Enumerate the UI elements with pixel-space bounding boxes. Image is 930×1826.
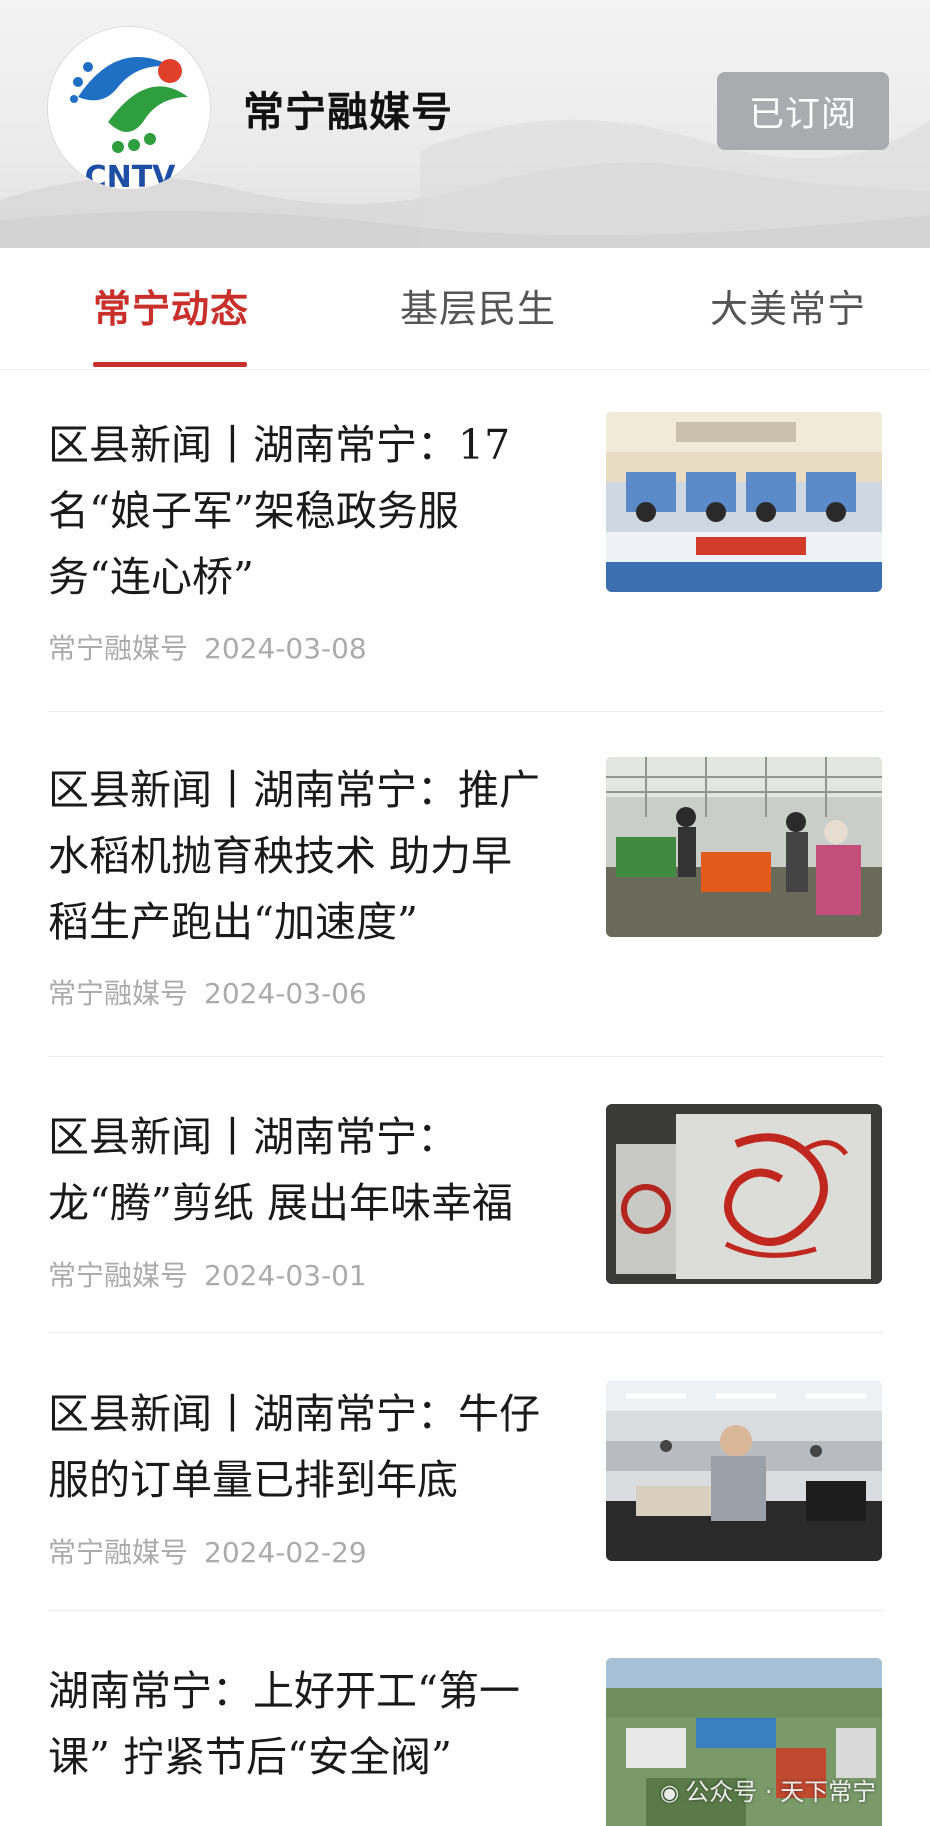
article-source: 常宁融媒号 xyxy=(48,977,189,1010)
wechat-icon: ◉ xyxy=(660,1781,680,1806)
article-item[interactable]: 区县新闻丨湖南常宁：推广水稻机抛育秧技术 助力早稻生产跑出“加速度” 常宁融媒号… xyxy=(48,757,883,1017)
channel-header: CNTV 常宁融媒号 已订阅 xyxy=(0,0,930,248)
factory-photo-icon[interactable] xyxy=(606,1381,882,1561)
article-date: 2024-03-06 xyxy=(204,977,367,1010)
article-title[interactable]: 区县新闻丨湖南常宁：17名“娘子军”架稳政务服务“连心桥” xyxy=(48,412,548,610)
article-item[interactable]: 区县新闻丨湖南常宁：龙“腾”剪纸 展出年味幸福 常宁融媒号 2024-03-01 xyxy=(48,1104,883,1304)
article-date: 2024-02-29 xyxy=(204,1536,367,1569)
article-title[interactable]: 湖南常宁：上好开工“第一课” 拧紧节后“安全阀” xyxy=(48,1658,548,1790)
channel-logo[interactable]: CNTV xyxy=(47,26,211,190)
article-source: 常宁融媒号 xyxy=(48,1536,189,1569)
tab-grassroots-livelihood[interactable]: 基层民生 xyxy=(400,278,556,333)
active-tab-indicator xyxy=(93,362,247,367)
article-meta: 常宁融媒号 2024-03-08 xyxy=(48,627,367,667)
list-divider xyxy=(48,711,883,712)
greenhouse-photo-icon[interactable] xyxy=(606,757,882,937)
article-item[interactable]: 区县新闻丨湖南常宁：牛仔服的订单量已排到年底 常宁融媒号 2024-02-29 xyxy=(48,1381,883,1581)
tab-changning-news[interactable]: 常宁动态 xyxy=(93,278,249,333)
papercut-dragon-photo-icon[interactable] xyxy=(606,1104,882,1284)
article-source: 常宁融媒号 xyxy=(48,632,189,665)
article-meta: 常宁融媒号 2024-03-06 xyxy=(48,972,367,1012)
article-title[interactable]: 区县新闻丨湖南常宁：牛仔服的订单量已排到年底 xyxy=(48,1381,548,1513)
article-source: 常宁融媒号 xyxy=(48,1259,189,1292)
article-meta: 常宁融媒号 2024-02-29 xyxy=(48,1531,367,1571)
service-hall-photo-icon[interactable] xyxy=(606,412,882,592)
article-item[interactable]: 区县新闻丨湖南常宁：17名“娘子军”架稳政务服务“连心桥” 常宁融媒号 2024-… xyxy=(48,412,883,672)
article-meta: 常宁融媒号 2024-03-01 xyxy=(48,1254,367,1294)
watermark-text: 公众号 · 天下常宁 xyxy=(685,1778,877,1806)
article-title[interactable]: 区县新闻丨湖南常宁：推广水稻机抛育秧技术 助力早稻生产跑出“加速度” xyxy=(48,757,548,955)
tab-beautiful-changning[interactable]: 大美常宁 xyxy=(710,278,866,333)
subscribed-button[interactable]: 已订阅 xyxy=(717,72,889,150)
article-date: 2024-03-08 xyxy=(204,632,367,665)
category-tabs: 常宁动态 基层民生 大美常宁 xyxy=(0,248,930,370)
article-title[interactable]: 区县新闻丨湖南常宁：龙“腾”剪纸 展出年味幸福 xyxy=(48,1104,548,1236)
list-divider xyxy=(48,1332,883,1333)
channel-name: 常宁融媒号 xyxy=(243,88,453,136)
list-divider xyxy=(48,1610,883,1611)
wechat-watermark: ◉ 公众号 · 天下常宁 xyxy=(660,1772,876,1807)
article-date: 2024-03-01 xyxy=(204,1259,367,1292)
list-divider xyxy=(48,1056,883,1057)
